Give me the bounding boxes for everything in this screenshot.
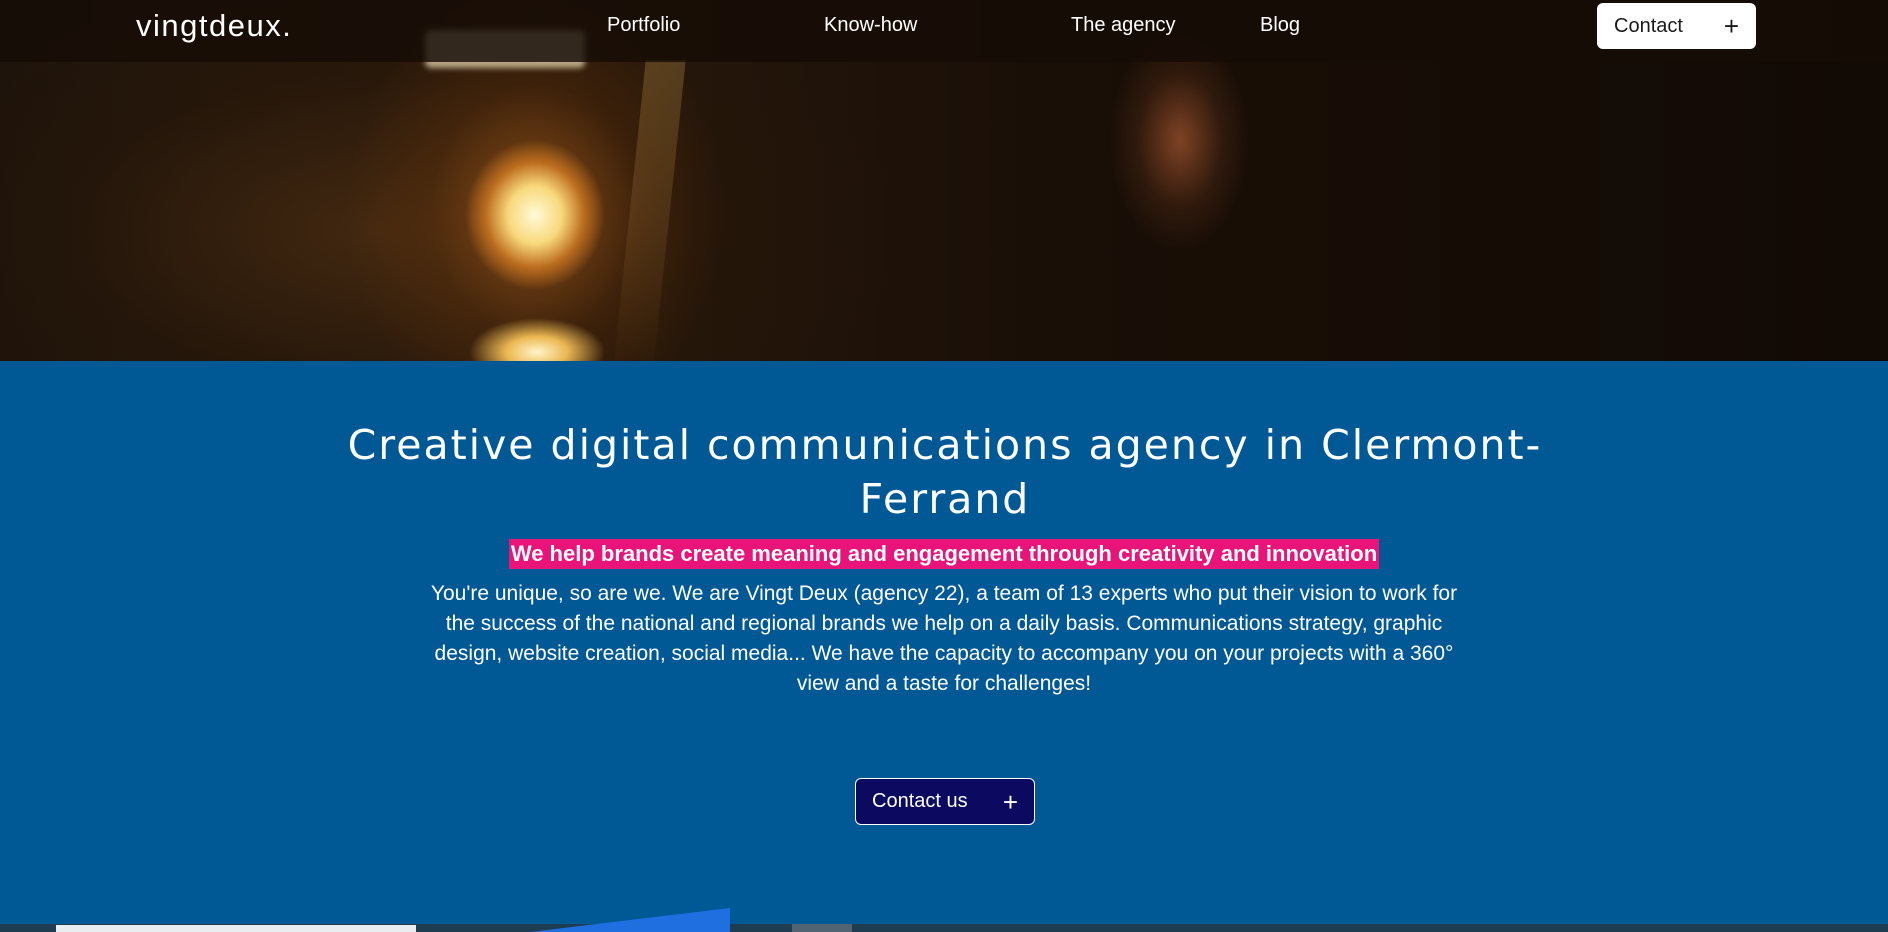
page-title: Creative digital communications agency i… <box>347 421 1543 523</box>
plus-icon: + <box>1002 786 1018 817</box>
next-section-tile <box>792 924 852 932</box>
site-logo[interactable]: vingtdeux. <box>136 8 292 44</box>
contact-button-label: Contact <box>1614 14 1683 37</box>
decorative-wedge <box>530 908 730 932</box>
contact-us-button[interactable]: Contact us + <box>855 778 1035 825</box>
nav-link-blog[interactable]: Blog <box>1260 14 1300 37</box>
contact-us-label: Contact us <box>872 790 968 812</box>
next-section-tile <box>56 925 416 932</box>
plus-icon: + <box>1723 11 1739 41</box>
tagline-row: We help brands create meaning and engage… <box>0 539 1888 569</box>
nav-link-the-agency[interactable]: The agency <box>1071 14 1176 37</box>
nav-link-portfolio[interactable]: Portfolio <box>607 14 680 37</box>
tagline-highlight: We help brands create meaning and engage… <box>508 539 1380 569</box>
contact-button[interactable]: Contact + <box>1597 3 1756 49</box>
top-navbar: vingtdeux. Portfolio Know-how The agency… <box>0 0 1888 62</box>
nav-link-know-how[interactable]: Know-how <box>824 14 917 37</box>
intro-paragraph: You're unique, so are we. We are Vingt D… <box>430 582 1458 695</box>
hero-light-rail <box>614 60 686 360</box>
